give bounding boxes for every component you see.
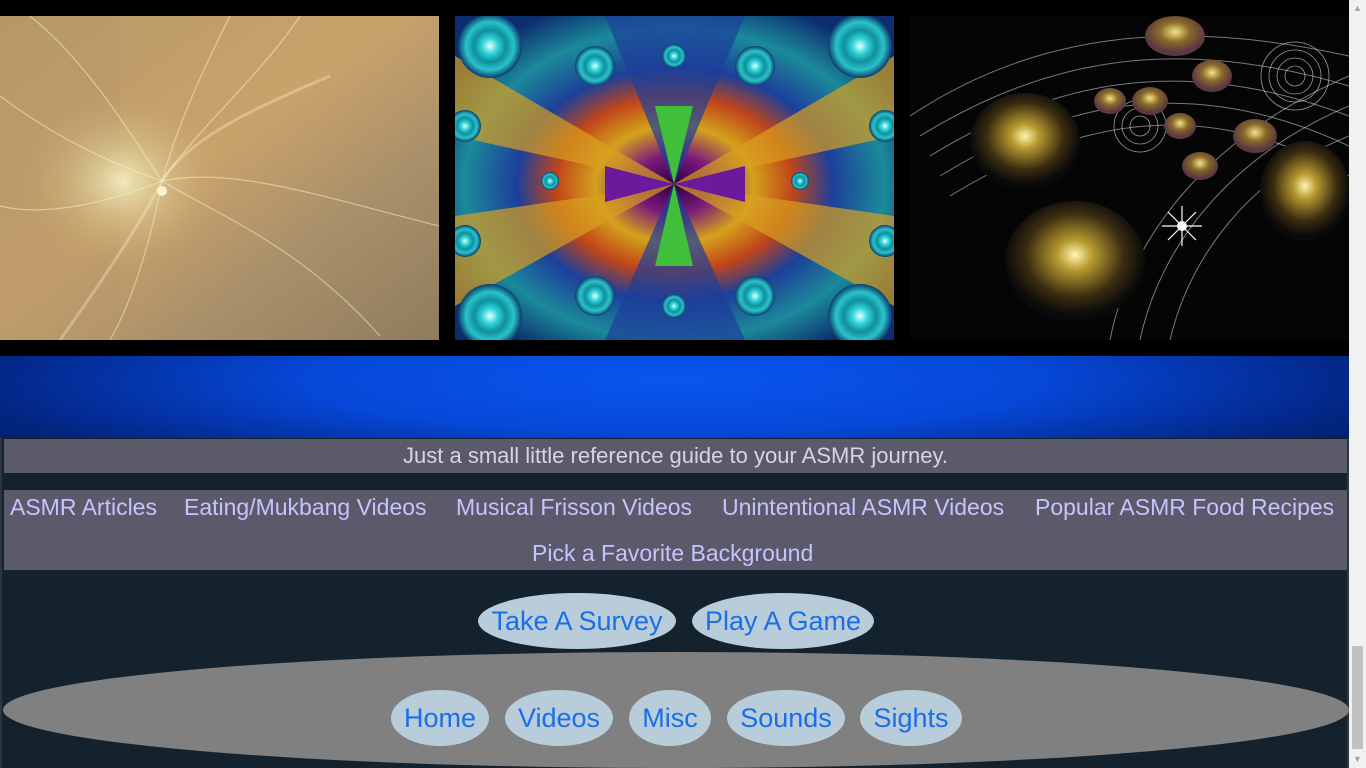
link-pick-favorite-background[interactable]: Pick a Favorite Background [532, 540, 813, 567]
footer-links: ASMR Articles Eating/Mukbang Videos Musi… [4, 490, 1347, 570]
nav-videos-button[interactable]: Videos [505, 690, 613, 746]
link-asmr-articles[interactable]: ASMR Articles [10, 494, 157, 521]
arrow-down-icon[interactable]: ▼ [1349, 751, 1366, 768]
link-musical-frisson-videos[interactable]: Musical Frisson Videos [456, 494, 692, 521]
nav-sounds-button[interactable]: Sounds [727, 690, 845, 746]
nav-sights-button[interactable]: Sights [860, 690, 962, 746]
link-popular-asmr-food-recipes[interactable]: Popular ASMR Food Recipes [1035, 494, 1334, 521]
blue-banner [0, 356, 1349, 438]
psychedelic-fractal-image[interactable] [455, 16, 894, 340]
page: Just a small little reference guide to y… [0, 0, 1349, 768]
scrollbar-thumb[interactable] [1352, 646, 1363, 749]
fractal-gallery [0, 0, 1349, 356]
footer-tagline: Just a small little reference guide to y… [4, 439, 1347, 473]
arrow-up-icon[interactable]: ▲ [1349, 0, 1366, 17]
link-eating-mukbang-videos[interactable]: Eating/Mukbang Videos [184, 494, 427, 521]
vertical-scrollbar[interactable]: ▲ ▼ [1349, 0, 1366, 768]
play-game-button[interactable]: Play A Game [692, 593, 874, 649]
spiral-orbs-fractal-image[interactable] [910, 16, 1349, 340]
nav-home-button[interactable]: Home [391, 690, 489, 746]
site-footer: Just a small little reference guide to y… [0, 438, 1349, 768]
link-unintentional-asmr-videos[interactable]: Unintentional ASMR Videos [722, 494, 1004, 521]
nav-misc-button[interactable]: Misc [629, 690, 711, 746]
take-survey-button[interactable]: Take A Survey [478, 593, 676, 649]
golden-fractal-image[interactable] [0, 16, 439, 340]
